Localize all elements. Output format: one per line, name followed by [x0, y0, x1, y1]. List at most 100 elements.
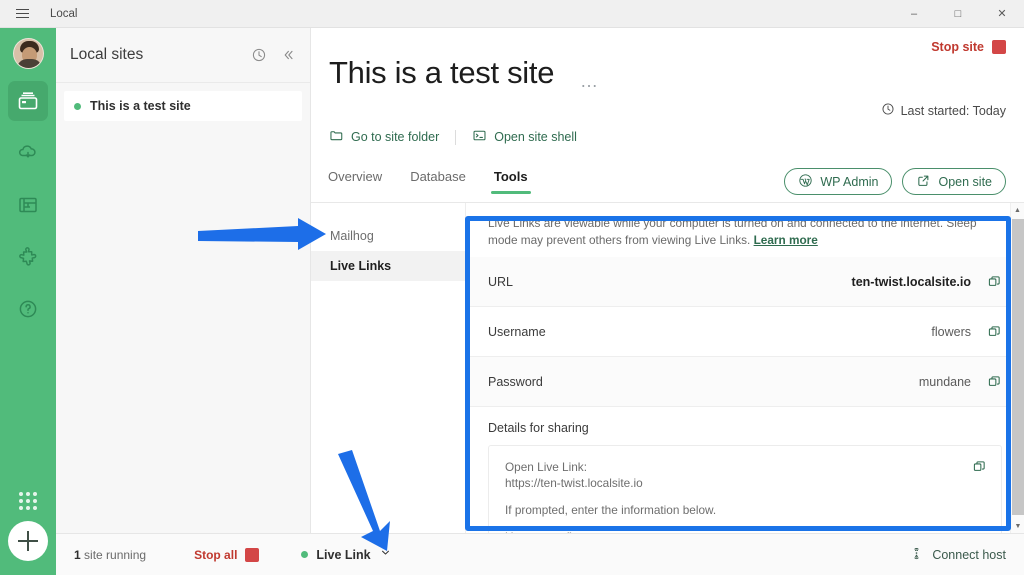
list-item[interactable]: This is a test site — [64, 91, 302, 121]
open-site-shell-button[interactable]: Open site shell — [472, 128, 577, 146]
grid-icon — [19, 492, 37, 510]
field-row-username: Username flowers — [466, 307, 1024, 357]
status-dot — [74, 103, 81, 110]
sites-running-label: site running — [81, 548, 146, 562]
puzzle-icon — [16, 245, 40, 269]
terminal-icon — [472, 128, 487, 146]
stop-all-label: Stop all — [194, 548, 237, 562]
connect-host-button[interactable]: Connect host — [909, 546, 1006, 564]
wp-admin-button[interactable]: WP Admin — [784, 168, 892, 195]
live-links-fields: URL ten-twist.localsite.io Username flow… — [466, 257, 1024, 407]
divider — [455, 130, 456, 145]
panel-scrollbar[interactable]: ▲ ▼ — [1010, 203, 1024, 533]
status-dot — [301, 551, 308, 558]
minimize-icon[interactable]: – — [892, 0, 936, 28]
scroll-up-icon[interactable]: ▲ — [1011, 203, 1024, 217]
field-row-password: Password mundane — [466, 357, 1024, 407]
last-started-label: Last started: Today — [901, 104, 1006, 118]
avatar[interactable] — [13, 38, 44, 69]
details-line: Open Live Link: https://ten-twist.locals… — [505, 460, 985, 492]
details-line: If prompted, enter the information below… — [505, 503, 985, 519]
go-to-site-folder-button[interactable]: Go to site folder — [329, 128, 439, 146]
open-site-label: Open site — [938, 175, 992, 189]
local-app-window: Local – □ ✕ — [0, 0, 1024, 575]
live-links-notice-text: Live Links are viewable while your compu… — [488, 216, 977, 247]
close-icon[interactable]: ✕ — [980, 0, 1024, 28]
stop-all-button[interactable]: Stop all — [194, 548, 259, 562]
add-site-button[interactable] — [8, 521, 48, 561]
main-content: This is a test site … Stop site Last sta… — [311, 28, 1024, 533]
tools-nav-item-live-links[interactable]: Live Links — [311, 251, 465, 281]
copy-icon[interactable] — [987, 324, 1002, 339]
live-link-label: Live Link — [316, 548, 370, 562]
field-row-url: URL ten-twist.localsite.io — [466, 257, 1024, 307]
copy-icon[interactable] — [987, 374, 1002, 389]
window-titlebar: Local – □ ✕ — [0, 0, 1024, 28]
field-value: ten-twist.localsite.io — [852, 275, 971, 289]
tab-tools[interactable]: Tools — [491, 169, 531, 194]
copy-icon[interactable] — [972, 459, 987, 479]
plus-icon — [18, 531, 38, 551]
status-bar: 1 site running Stop all Live Link — [56, 533, 1024, 575]
live-links-panel: Live Links are viewable while your compu… — [466, 203, 1024, 533]
go-to-site-folder-label: Go to site folder — [351, 130, 439, 144]
tab-overview[interactable]: Overview — [325, 169, 385, 194]
sidebar-item-more[interactable] — [8, 481, 48, 521]
clock-icon — [881, 102, 895, 119]
primary-nav-rail — [0, 28, 56, 575]
site-header-actions: WP Admin Open site — [784, 168, 1006, 195]
wp-admin-label: WP Admin — [820, 175, 878, 189]
scrollbar-thumb[interactable] — [1012, 219, 1024, 515]
sidebar-item-cloud-backups[interactable] — [8, 133, 48, 173]
sidebar-item-sites[interactable] — [8, 81, 48, 121]
sidebar-item-add-ons[interactable] — [8, 237, 48, 277]
site-tabs: Overview Database Tools — [325, 169, 531, 194]
wordpress-icon — [798, 173, 813, 191]
tools-nav: Mailhog Live Links — [311, 203, 466, 533]
hamburger-menu-icon[interactable] — [0, 0, 44, 28]
details-for-sharing-title: Details for sharing — [488, 421, 1002, 435]
live-link-toggle[interactable]: Live Link — [301, 546, 391, 564]
sites-sidebar: Local sites This is a test site — [56, 28, 311, 533]
sites-running-count: 1 — [74, 548, 81, 562]
learn-more-link[interactable]: Learn more — [754, 233, 818, 247]
site-quick-links: Go to site folder Open site shell — [329, 128, 577, 146]
scroll-down-icon[interactable]: ▼ — [1011, 519, 1024, 533]
sidebar-item-help[interactable] — [8, 289, 48, 329]
stop-site-button[interactable]: Stop site — [931, 40, 1006, 54]
last-started-status: Last started: Today — [881, 102, 1006, 119]
field-label: Username — [488, 325, 546, 339]
cloud-backups-icon — [16, 141, 40, 165]
site-name: This is a test site — [90, 99, 191, 113]
copy-icon[interactable] — [987, 274, 1002, 289]
collapse-sidebar-icon[interactable] — [280, 47, 296, 63]
stop-site-label: Stop site — [931, 40, 984, 54]
details-open-live-link-label: Open Live Link: — [505, 460, 587, 474]
stop-square-icon — [245, 548, 259, 562]
maximize-icon[interactable]: □ — [936, 0, 980, 28]
external-link-icon — [916, 173, 931, 191]
field-value: flowers — [931, 325, 971, 339]
open-site-button[interactable]: Open site — [902, 168, 1006, 195]
connect-host-label: Connect host — [932, 548, 1006, 562]
field-label: Password — [488, 375, 543, 389]
sidebar-item-blueprints[interactable] — [8, 185, 48, 225]
field-value: mundane — [919, 375, 971, 389]
connect-host-icon — [909, 546, 924, 564]
details-for-sharing-box: Open Live Link: https://ten-twist.locals… — [488, 445, 1002, 533]
blueprints-icon — [16, 193, 40, 217]
details-for-sharing-section: Details for sharing Open Live Link: http… — [466, 407, 1024, 533]
open-site-shell-label: Open site shell — [494, 130, 577, 144]
sites-running-status: 1 site running — [74, 548, 146, 562]
help-icon — [16, 297, 40, 321]
site-more-menu-button[interactable]: … — [580, 72, 600, 90]
folder-icon — [329, 128, 344, 146]
sites-icon — [16, 89, 40, 113]
tools-nav-item-mailhog[interactable]: Mailhog — [311, 221, 465, 251]
window-controls: – □ ✕ — [892, 0, 1024, 28]
clock-icon[interactable] — [251, 47, 267, 63]
stop-square-icon — [992, 40, 1006, 54]
chevron-down-icon[interactable] — [379, 546, 392, 564]
window-title: Local — [50, 8, 78, 20]
tab-database[interactable]: Database — [407, 169, 469, 194]
